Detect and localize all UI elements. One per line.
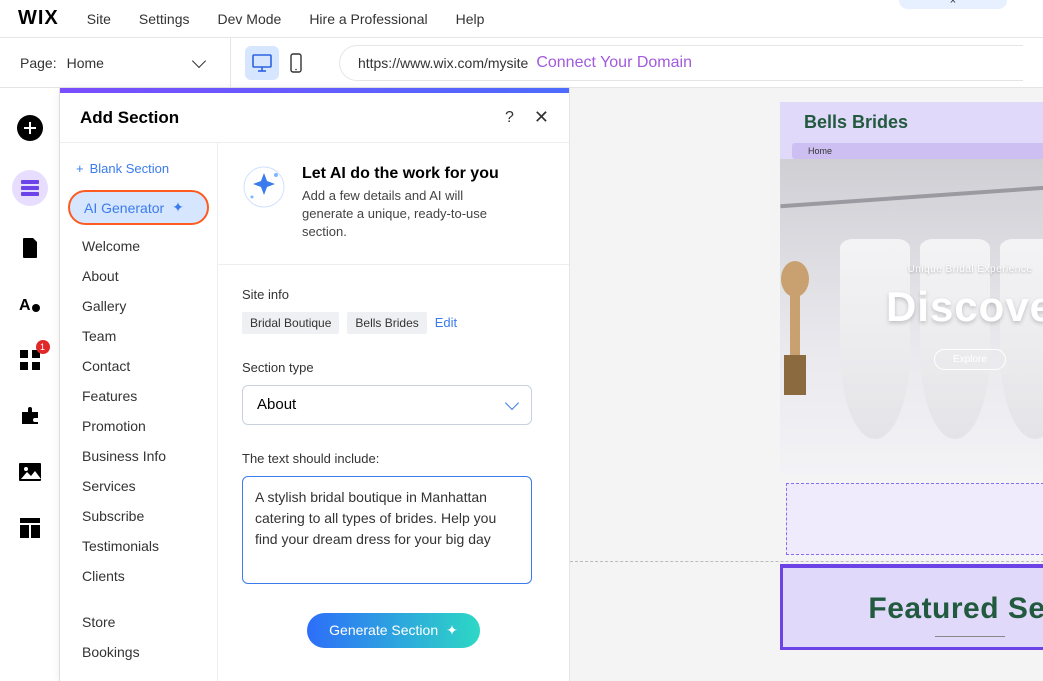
ai-sparkle-icon (242, 165, 286, 209)
featured-underline (935, 636, 1005, 637)
desktop-view-button[interactable] (245, 46, 279, 80)
panel-header: Add Section ? ✕ (60, 93, 569, 143)
nav-services[interactable]: Services (60, 471, 217, 501)
site-info-label: Site info (242, 287, 545, 302)
nav-welcome[interactable]: Welcome (60, 231, 217, 261)
apps-button[interactable]: 1 (16, 346, 44, 374)
media-button[interactable] (16, 458, 44, 486)
menu-help[interactable]: Help (456, 11, 485, 27)
menu-site[interactable]: Site (87, 11, 111, 27)
help-icon[interactable]: ? (505, 109, 514, 127)
ai-hero-sub: Add a few details and AI will generate a… (302, 187, 512, 242)
workspace: A 1 Add Section ? ✕ + (0, 88, 1043, 681)
url-text: https://www.wix.com/mysite (358, 55, 528, 71)
site-hero-headline: Discove (886, 283, 1043, 331)
left-rail: A 1 (0, 88, 60, 681)
site-hero: Unique Bridal Experience Discove Explore (780, 159, 1043, 475)
divider (230, 38, 231, 88)
chip-business-name: Bells Brides (347, 312, 426, 334)
generate-label: Generate Section (329, 622, 438, 638)
blank-section-link[interactable]: + Blank Section (60, 157, 217, 188)
menu-settings[interactable]: Settings (139, 11, 190, 27)
nav-clients[interactable]: Clients (60, 561, 217, 591)
ai-form: Site info Bridal Boutique Bells Brides E… (218, 265, 569, 678)
ai-hero: Let AI do the work for you Add a few det… (218, 143, 569, 265)
panel-content: Let AI do the work for you Add a few det… (218, 143, 569, 681)
ai-hero-title: Let AI do the work for you (302, 165, 512, 183)
featured-section[interactable]: Featured Sele (780, 564, 1043, 650)
panel-nav: + Blank Section AI Generator ✦ Welcome A… (60, 143, 218, 681)
top-menubar: WIX Site Settings Dev Mode Hire a Profes… (0, 0, 1043, 38)
site-hero-eyebrow: Unique Bridal Experience (908, 264, 1033, 275)
page-value: Home (67, 55, 104, 71)
nav-ai-generator[interactable]: AI Generator ✦ (68, 190, 209, 225)
site-header: Bells Brides (780, 102, 1043, 143)
section-divider (570, 561, 1043, 562)
site-nav: Home Shop (780, 143, 1043, 159)
nav-features[interactable]: Features (60, 381, 217, 411)
wix-logo: WIX (18, 7, 59, 30)
text-include-label: The text should include: (242, 451, 545, 466)
svg-text:A: A (19, 297, 31, 314)
edit-site-info-link[interactable]: Edit (435, 315, 457, 330)
featured-title: Featured Sele (783, 592, 1043, 626)
add-section-panel: Add Section ? ✕ + Blank Section AI Gener… (60, 88, 570, 681)
nav-contact[interactable]: Contact (60, 351, 217, 381)
plus-icon: + (76, 161, 84, 176)
add-button[interactable] (16, 114, 44, 142)
nav-ai-label: AI Generator (84, 200, 164, 216)
sparkle-icon: ✦ (446, 622, 458, 639)
design-button[interactable]: A (16, 290, 44, 318)
text-include-input[interactable] (242, 476, 532, 584)
apps-badge: 1 (36, 340, 50, 354)
page-label: Page: (20, 55, 57, 71)
nav-store[interactable]: Store (60, 607, 217, 637)
site-preview: Bells Brides Home Shop Unique Bridal Exp… (780, 102, 1043, 650)
generate-section-button[interactable]: Generate Section ✦ (307, 613, 480, 648)
blank-section-label: Blank Section (90, 161, 170, 176)
site-explore-button[interactable]: Explore (934, 349, 1006, 370)
nav-promotion[interactable]: Promotion (60, 411, 217, 441)
nav-bookings[interactable]: Bookings (60, 637, 217, 667)
top-pill[interactable]: × (899, 0, 1007, 9)
sparkle-icon: ✦ (172, 199, 184, 216)
nav-about[interactable]: About (60, 261, 217, 291)
nav-gallery[interactable]: Gallery (60, 291, 217, 321)
site-nav-shop[interactable]: Shop (970, 146, 1043, 156)
site-nav-home[interactable]: Home (808, 146, 970, 156)
pages-button[interactable] (16, 234, 44, 262)
mobile-view-button[interactable] (279, 46, 313, 80)
nav-business-info[interactable]: Business Info (60, 441, 217, 471)
page-select[interactable]: Home (67, 55, 204, 71)
section-type-select[interactable]: About (242, 385, 532, 425)
section-drop-zone[interactable] (786, 483, 1043, 555)
toolbar: Page: Home https://www.wix.com/mysite Co… (0, 38, 1043, 88)
close-icon[interactable]: ✕ (534, 107, 549, 128)
chip-business-type: Bridal Boutique (242, 312, 339, 334)
plugins-button[interactable] (16, 402, 44, 430)
menu-devmode[interactable]: Dev Mode (218, 11, 282, 27)
nav-subscribe[interactable]: Subscribe (60, 501, 217, 531)
site-brand: Bells Brides (804, 112, 1043, 133)
preview-canvas[interactable]: Bells Brides Home Shop Unique Bridal Exp… (570, 88, 1043, 681)
nav-team[interactable]: Team (60, 321, 217, 351)
nav-testimonials[interactable]: Testimonials (60, 531, 217, 561)
menu-hire[interactable]: Hire a Professional (309, 11, 427, 27)
connect-domain-link[interactable]: Connect Your Domain (536, 54, 692, 72)
panel-title: Add Section (80, 108, 179, 128)
layout-button[interactable] (16, 514, 44, 542)
section-type-value: About (257, 396, 296, 413)
section-type-label: Section type (242, 360, 545, 375)
url-bar[interactable]: https://www.wix.com/mysite Connect Your … (339, 45, 1023, 81)
sections-button[interactable] (12, 170, 48, 206)
chevron-down-icon (505, 395, 519, 409)
chevron-down-icon (192, 53, 206, 67)
